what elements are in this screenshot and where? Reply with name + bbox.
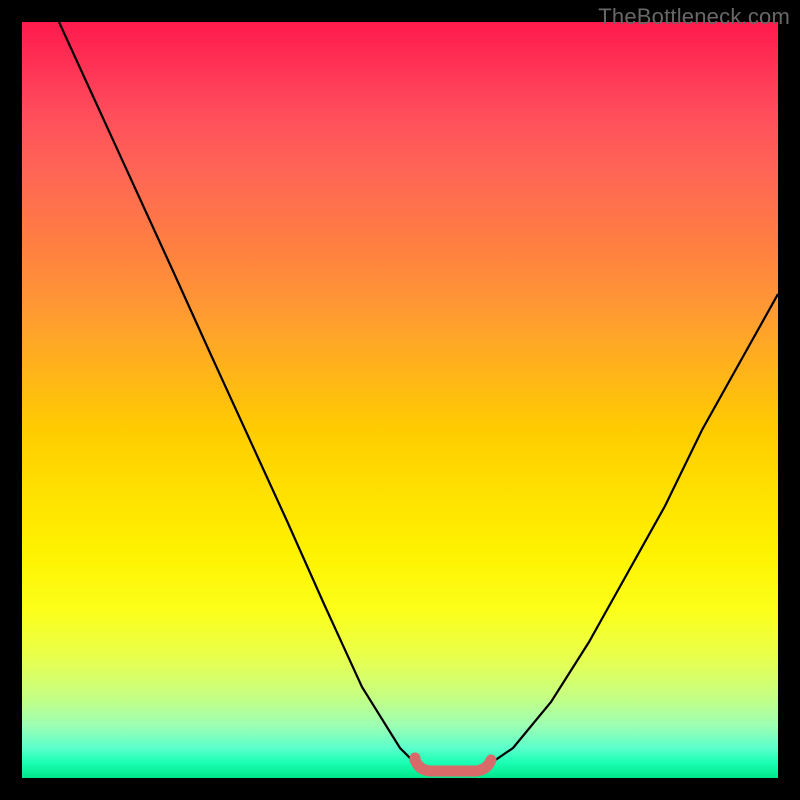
optimal-zone-marker <box>415 760 491 771</box>
watermark-text: TheBottleneck.com <box>598 4 790 30</box>
plot-area <box>22 22 778 778</box>
chart-svg <box>22 22 778 778</box>
optimal-zone-start-dot <box>410 753 421 764</box>
chart-container: TheBottleneck.com <box>0 0 800 800</box>
bottleneck-curve <box>59 22 778 770</box>
